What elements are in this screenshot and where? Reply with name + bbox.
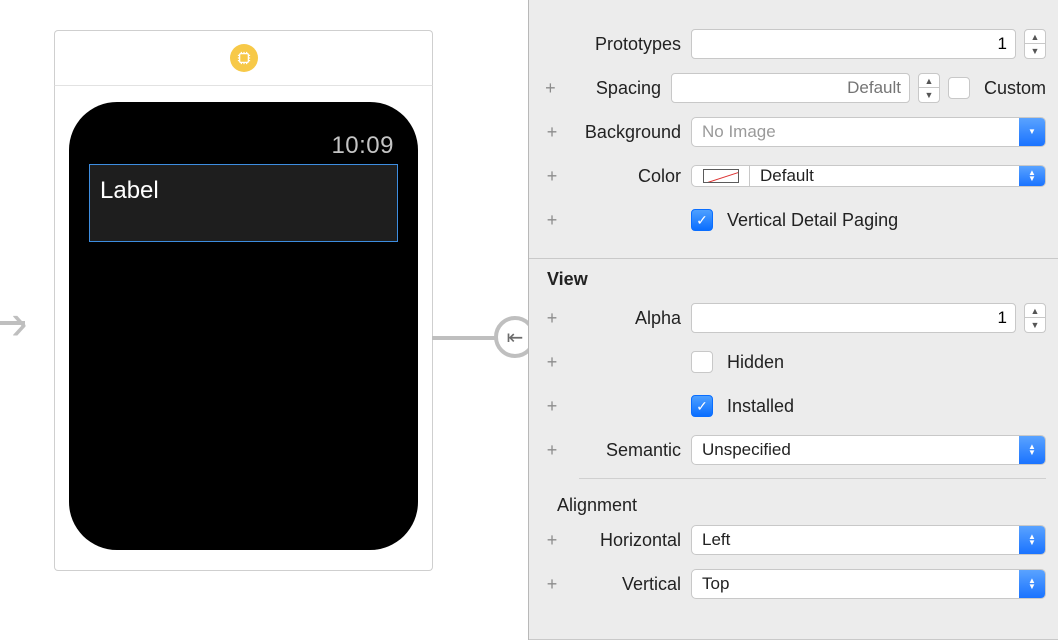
spacing-label: Spacing (560, 78, 671, 99)
vertical-align-select[interactable]: Top ▲▼ (691, 569, 1046, 599)
vertical-value: Top (692, 570, 1019, 598)
add-variant-icon[interactable]: + (541, 352, 563, 373)
stepper-down-icon[interactable]: ▼ (1024, 44, 1046, 59)
add-variant-icon[interactable]: + (541, 78, 560, 99)
scene-body: 10:09 Label (54, 85, 433, 571)
add-variant-icon[interactable]: + (541, 166, 563, 187)
installed-checkbox[interactable]: ✓ (691, 395, 713, 417)
subheading-alignment: Alignment (557, 495, 1046, 516)
chip-icon (230, 44, 258, 72)
prototypes-stepper[interactable]: ▲ ▼ (1024, 29, 1046, 59)
add-variant-icon[interactable]: + (541, 396, 563, 417)
custom-spacing-checkbox[interactable] (948, 77, 970, 99)
add-variant-icon[interactable]: + (541, 530, 563, 551)
color-value: Default (750, 166, 1019, 186)
horizontal-value: Left (692, 526, 1019, 554)
installed-label: Installed (727, 396, 794, 417)
stepper-up-icon[interactable]: ▲ (1024, 29, 1046, 44)
watch-scene[interactable]: 10:09 Label (54, 30, 433, 571)
alpha-stepper[interactable]: ▲ ▼ (1024, 303, 1046, 333)
scene-titlebar[interactable] (54, 30, 433, 85)
stepper-up-icon[interactable]: ▲ (1024, 303, 1046, 318)
chevron-updown-icon: ▲▼ (1019, 166, 1045, 186)
hidden-checkbox[interactable] (691, 351, 713, 373)
separator (579, 478, 1046, 479)
semantic-select[interactable]: Unspecified ▲▼ (691, 435, 1046, 465)
chevron-down-icon: ▲▼ (1019, 118, 1045, 146)
add-variant-icon[interactable]: + (541, 122, 563, 143)
custom-spacing-label: Custom (984, 78, 1046, 99)
stepper-down-icon[interactable]: ▼ (918, 88, 940, 103)
add-variant-icon[interactable]: + (541, 440, 563, 461)
section-heading-view: View (547, 269, 1046, 290)
interface-label[interactable]: Label (89, 164, 398, 242)
hidden-label: Hidden (727, 352, 784, 373)
prototypes-label: Prototypes (563, 34, 691, 55)
chevron-updown-icon: ▲▼ (1019, 570, 1045, 598)
vertical-detail-paging-label: Vertical Detail Paging (727, 210, 898, 231)
semantic-label: Semantic (563, 440, 691, 461)
add-variant-icon[interactable]: + (541, 210, 563, 231)
color-label: Color (563, 166, 691, 187)
add-variant-icon[interactable]: + (541, 574, 563, 595)
entry-arrow: › (0, 310, 28, 335)
background-label: Background (563, 122, 691, 143)
inspector-panel: Prototypes ▲ ▼ + Spacing ▲ ▼ Custom (528, 0, 1058, 640)
stepper-up-icon[interactable]: ▲ (918, 73, 940, 88)
chevron-updown-icon: ▲▼ (1019, 436, 1045, 464)
vertical-detail-paging-checkbox[interactable]: ✓ (691, 209, 713, 231)
color-select[interactable]: Default ▲▼ (691, 165, 1046, 187)
prototypes-input[interactable] (691, 29, 1016, 59)
semantic-value: Unspecified (692, 436, 1019, 464)
vertical-label: Vertical (563, 574, 691, 595)
horizontal-align-select[interactable]: Left ▲▼ (691, 525, 1046, 555)
chevron-updown-icon: ▲▼ (1019, 526, 1045, 554)
stepper-down-icon[interactable]: ▼ (1024, 318, 1046, 333)
watch-screen[interactable]: 10:09 Label (69, 102, 418, 550)
alpha-label: Alpha (563, 308, 691, 329)
background-value: No Image (692, 118, 1019, 146)
alpha-input[interactable] (691, 303, 1016, 333)
spacing-stepper[interactable]: ▲ ▼ (918, 73, 940, 103)
segue-icon: ⇤ (507, 325, 524, 350)
spacing-input[interactable] (671, 73, 910, 103)
add-variant-icon[interactable]: + (541, 308, 563, 329)
color-swatch[interactable] (692, 166, 750, 186)
horizontal-label: Horizontal (563, 530, 691, 551)
storyboard-canvas[interactable]: › 10:09 Label ⇤ (0, 0, 528, 640)
background-select[interactable]: No Image ▲▼ (691, 117, 1046, 147)
watch-time: 10:09 (89, 132, 398, 160)
